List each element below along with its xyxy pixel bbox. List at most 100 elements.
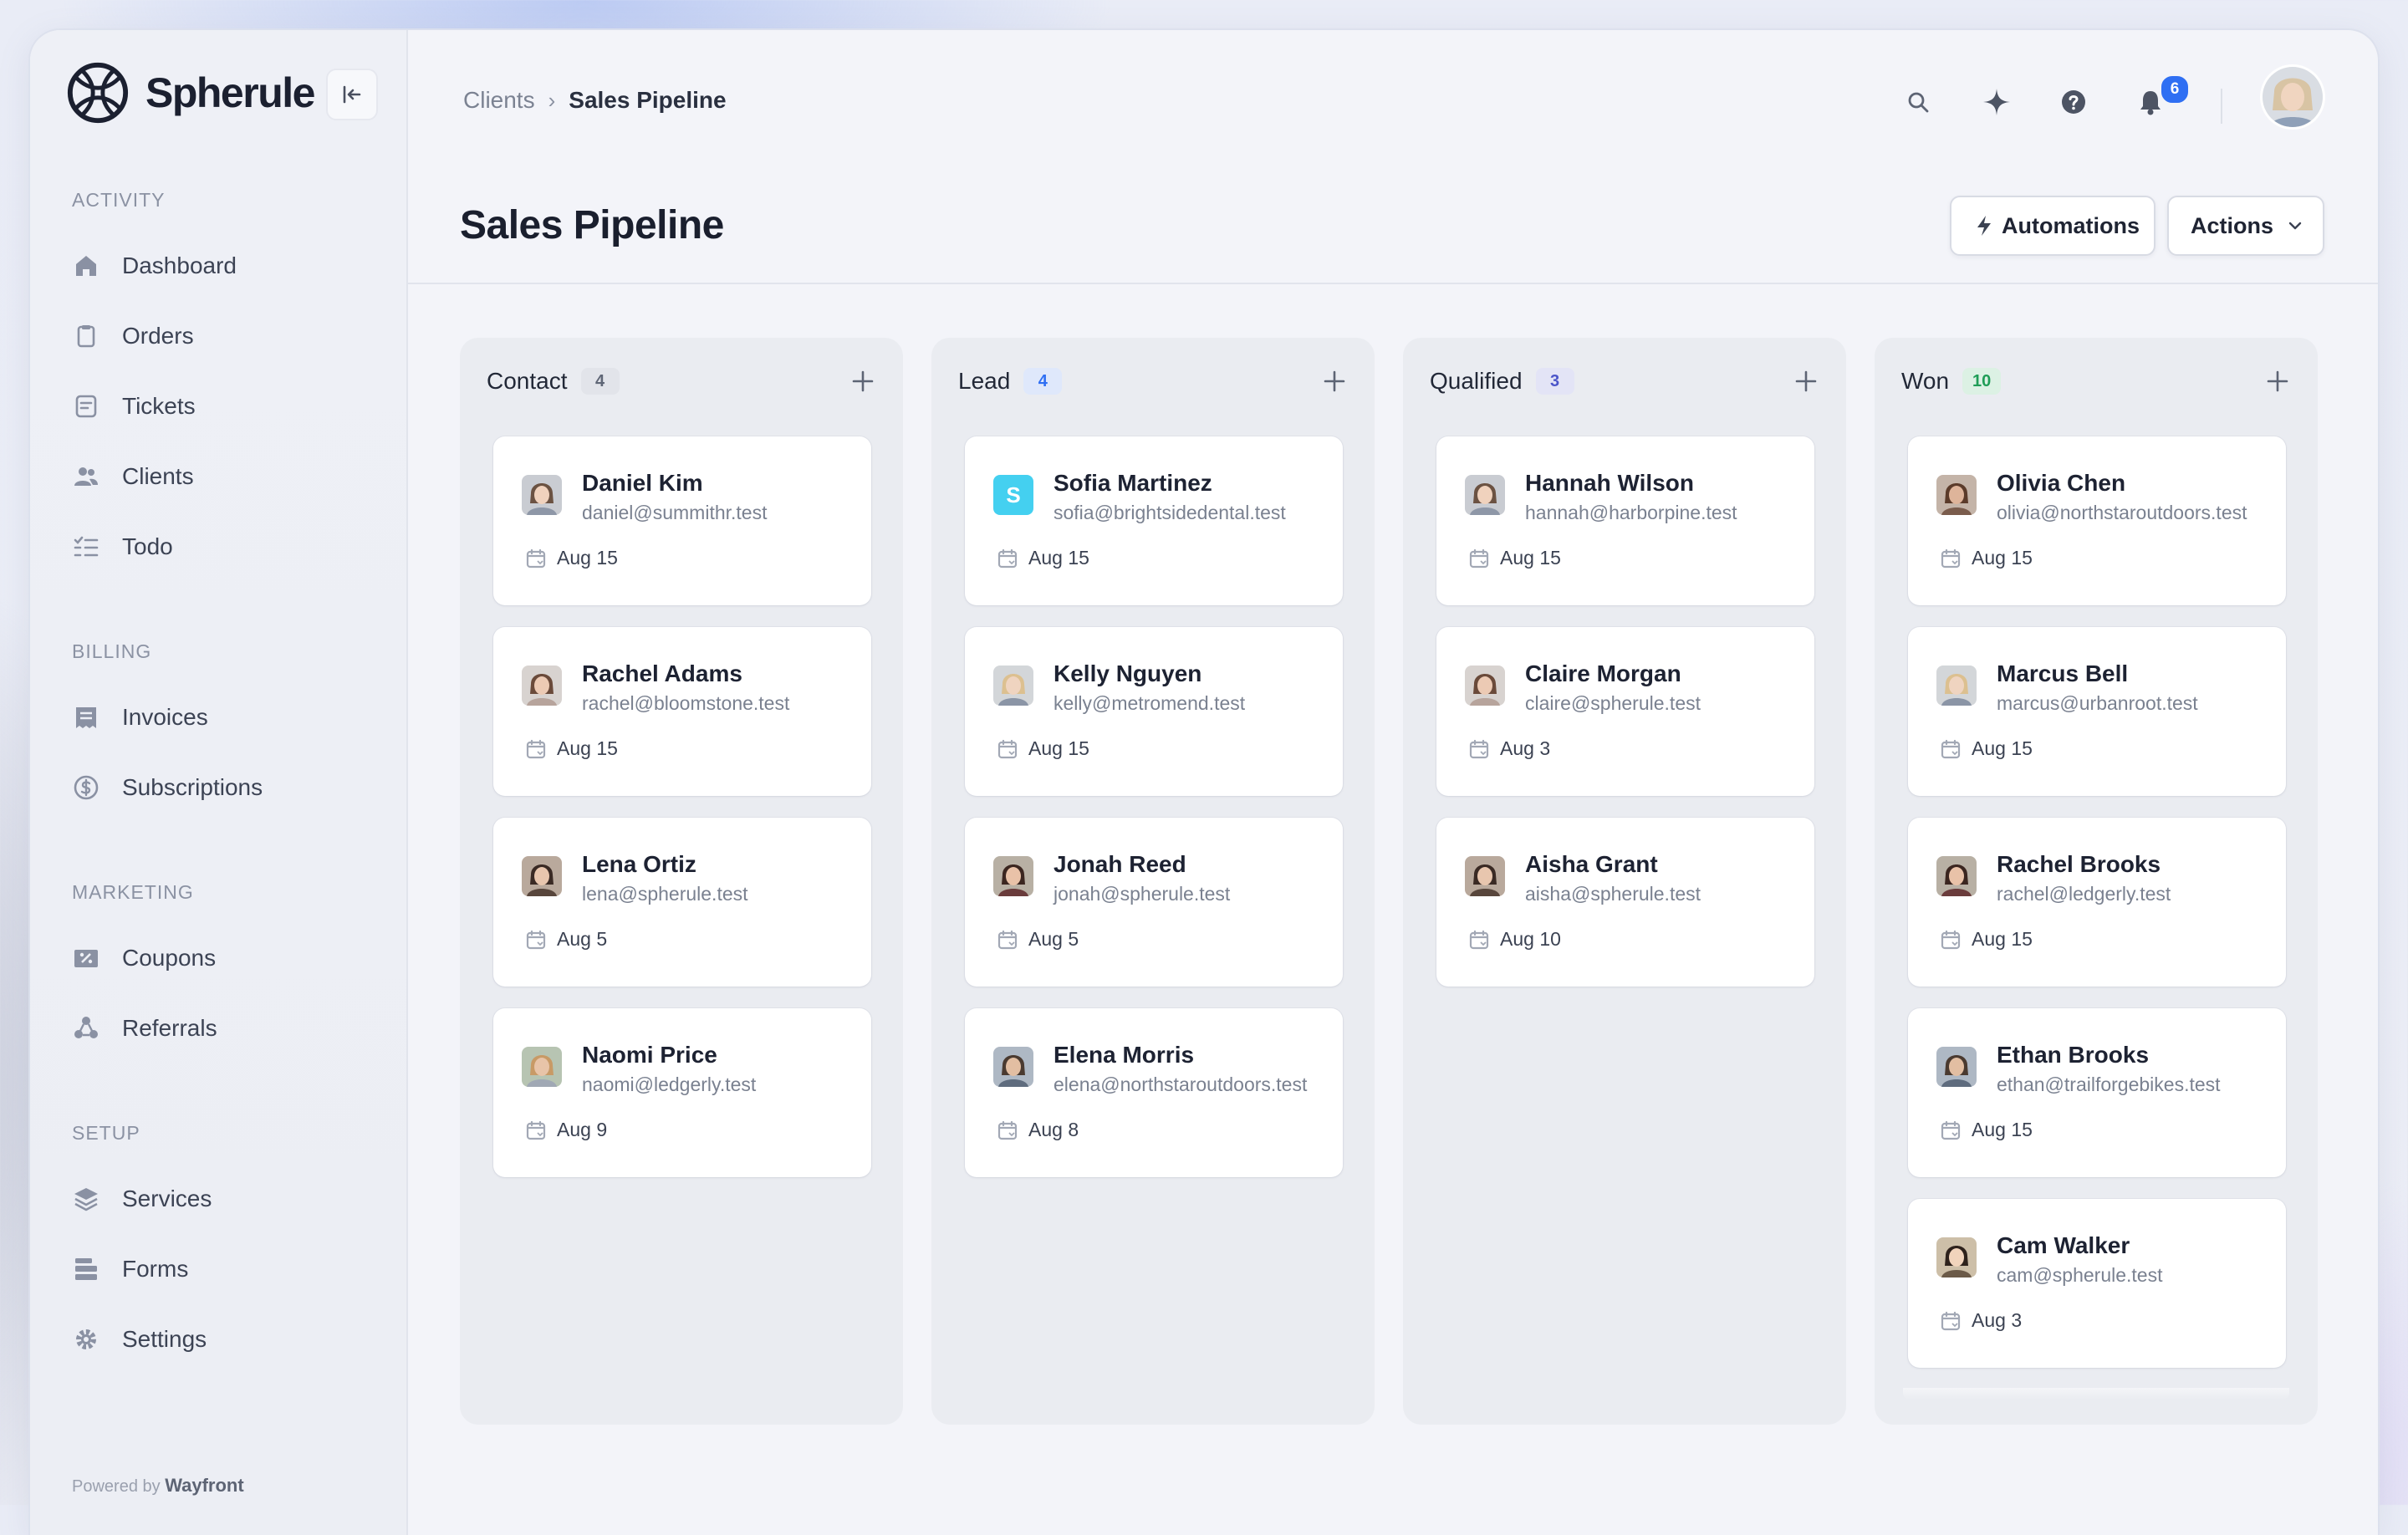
client-name: Daniel Kim [582,470,703,496]
pipeline-column-lead: Lead 4 S Sofia Martinez sofia@brightsidedent… [931,338,1375,1425]
sidebar-item-label: Orders [122,323,194,349]
powered-by[interactable]: Powered by Wayfront [72,1475,244,1497]
avatar-photo [993,1047,1033,1087]
card-date-text: Aug 10 [1500,928,1561,950]
users-icon [74,467,98,486]
avatar-photo [522,475,562,515]
card-date: Aug 15 [1940,928,2033,951]
breadcrumb-current: Sales Pipeline [569,87,727,113]
client-card[interactable]: Rachel Brooks rachel@ledgerly.test Aug 15 [1908,818,2286,987]
avatar-photo [1936,856,1977,896]
client-card[interactable]: Marcus Bell marcus@urbanroot.test Aug 15 [1908,627,2286,796]
client-card[interactable]: Daniel Kim daniel@summithr.test Aug 15 [493,436,871,605]
notification-count-badge: 6 [2159,74,2191,105]
column-header: Lead 4 [958,368,1063,395]
sidebar-item-tickets[interactable]: Tickets [72,381,196,431]
client-card[interactable]: Ethan Brooks ethan@trailforgebikes.test Au… [1908,1008,2286,1177]
card-date-text: Aug 3 [1972,1309,2023,1331]
client-name: Hannah Wilson [1525,470,1694,496]
card-date-text: Aug 15 [1500,547,1561,569]
notifications-button[interactable]: 6 [2127,74,2191,125]
client-card[interactable]: Jonah Reed jonah@spherule.test Aug 5 [965,818,1343,987]
client-avatar [993,666,1033,706]
calendar-icon [526,739,546,758]
column-count-badge: 3 [1535,368,1574,395]
calendar-icon [1941,739,1961,758]
card-date: Aug 15 [525,547,618,569]
card-date: Aug 15 [525,737,618,760]
search-button[interactable] [1895,79,1941,125]
card-date-text: Aug 15 [1972,737,2033,759]
sidebar-item-dashboard[interactable]: Dashboard [72,241,237,291]
card-date-text: Aug 8 [1028,1119,1079,1140]
app-window: Spherule ACTIVITY Dashboard Orders Ticke… [30,30,2378,1535]
card-date-text: Aug 15 [557,737,618,759]
sidebar-item-clients[interactable]: Clients [72,451,194,502]
card-date-text: Aug 15 [1028,547,1089,569]
client-card[interactable]: S Sofia Martinez sofia@brightsidedental.te… [965,436,1343,605]
client-card[interactable]: Elena Morris elena@northstaroutdoors.test… [965,1008,1343,1177]
plus-icon [1324,370,1345,392]
client-card[interactable]: Hannah Wilson hannah@harborpine.test Aug 1… [1436,436,1814,605]
sidebar-item-todo[interactable]: Todo [72,522,173,572]
column-header: Qualified 3 [1430,368,1574,395]
logo[interactable]: Spherule [65,60,315,125]
breadcrumb-clients-link[interactable]: Clients [463,87,535,114]
user-avatar[interactable] [2263,67,2323,127]
client-name: Cam Walker [1997,1232,2130,1258]
ai-assistant-button[interactable] [1973,79,2020,125]
collapse-sidebar-button[interactable] [326,69,378,120]
layers-icon [74,1188,98,1211]
sidebar-item-forms[interactable]: Forms [72,1244,188,1294]
client-card[interactable]: Olivia Chen olivia@northstaroutdoors.test… [1908,436,2286,605]
client-card[interactable]: Kelly Nguyen kelly@metromend.test Aug 15 [965,627,1343,796]
calendar-icon [1469,739,1489,758]
client-card[interactable]: Claire Morgan claire@spherule.test Aug 3 [1436,627,1814,796]
client-card[interactable]: Aisha Grant aisha@spherule.test Aug 10 [1436,818,1814,987]
client-card[interactable]: Lena Ortiz lena@spherule.test Aug 5 [493,818,871,987]
plus-icon [1795,370,1817,392]
sidebar-item-services[interactable]: Services [72,1174,212,1224]
add-card-button[interactable] [2261,365,2294,398]
column-header: Won 10 [1901,368,2002,395]
client-email: ethan@trailforgebikes.test [1997,1073,2221,1095]
nav-section-marketing: MARKETING [72,881,194,903]
sidebar-item-label: Forms [122,1256,189,1282]
client-email: jonah@spherule.test [1054,883,1231,905]
pipeline-column-contact: Contact 4 Daniel Kim daniel@summithr.test Au… [460,338,903,1425]
client-name: Jonah Reed [1054,851,1186,877]
client-card[interactable]: Cam Walker cam@spherule.test Aug 3 [1908,1199,2286,1368]
card-date-text: Aug 15 [1028,737,1089,759]
client-email: hannah@harborpine.test [1525,502,1737,523]
sidebar-item-label: Clients [122,463,194,489]
sidebar-item-orders[interactable]: Orders [72,311,194,361]
column-title: Contact [487,368,568,394]
card-date: Aug 5 [997,928,1079,951]
client-avatar [1936,475,1977,515]
actions-button-label: Actions [2191,212,2274,238]
client-card[interactable]: Naomi Price naomi@ledgerly.test Aug 9 [493,1008,871,1177]
client-email: daniel@summithr.test [582,502,768,523]
card-date: Aug 15 [997,547,1089,569]
help-button[interactable] [2050,79,2097,125]
sidebar-item-subscriptions[interactable]: Subscriptions [72,762,263,813]
more-cards-indicator [1903,1388,2289,1400]
client-email: rachel@ledgerly.test [1997,883,2171,905]
sidebar-item-referrals[interactable]: Referrals [72,1003,217,1053]
sidebar-item-coupons[interactable]: Coupons [72,933,216,983]
sidebar-item-invoices[interactable]: Invoices [72,692,208,742]
client-card[interactable]: Rachel Adams rachel@bloomstone.test Aug 15 [493,627,871,796]
sidebar-item-label: Coupons [122,945,217,971]
sidebar-item-settings[interactable]: Settings [72,1314,207,1364]
add-card-button[interactable] [1789,365,1823,398]
add-card-button[interactable] [1318,365,1351,398]
client-avatar [993,856,1033,896]
card-date-text: Aug 15 [557,547,618,569]
automations-button[interactable]: Automations [1950,196,2155,256]
sidebar-item-label: Dashboard [122,252,237,278]
actions-dropdown-button[interactable]: Actions [2167,196,2324,256]
card-date-text: Aug 15 [1972,928,2033,950]
add-card-button[interactable] [846,365,880,398]
forms-icon [75,1258,97,1280]
card-date-text: Aug 5 [557,928,608,950]
